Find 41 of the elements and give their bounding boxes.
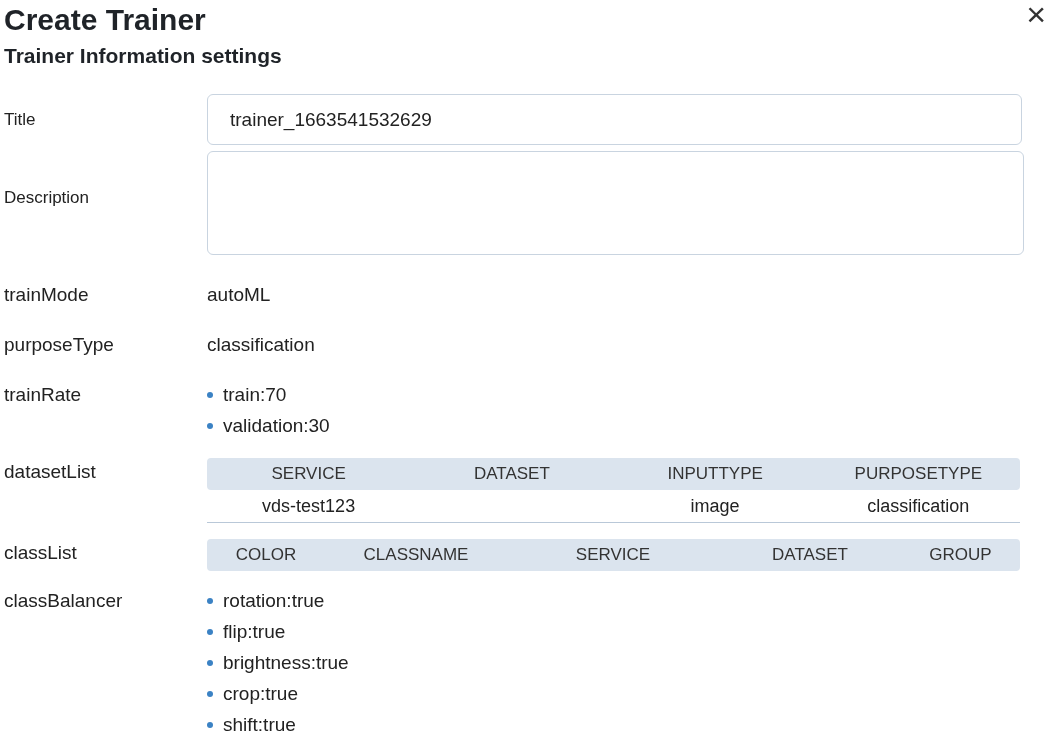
table-cell-text: vds-test123 [261,494,357,518]
column-header: DATASET [771,544,849,567]
field-label: trainRate [4,383,82,407]
title-field[interactable]: trainer_1663541532629 [207,94,1022,145]
column-header: SERVICE [574,544,652,567]
field-label: purposeType [4,333,114,357]
field-label: classBalancer [4,589,123,613]
dialog-title: Create Trainer [4,2,207,38]
dialog-subtitle: Trainer Information settings [4,43,282,69]
list-item-text: train:70 [223,382,287,407]
column-header: PURPOSETYPE [853,463,984,486]
description-field[interactable] [207,151,1024,255]
list-item-text: validation:30 [223,413,330,438]
field-label: Title [4,108,36,131]
list-item-text: flip:true [223,619,286,644]
bullet-icon [207,598,213,604]
column-header: GROUP [928,544,993,567]
list-item-text: rotation:true [223,588,325,613]
bullet-icon [207,392,213,398]
bullet-icon [207,722,213,728]
list-item-text: crop:true [223,681,298,706]
field-label: datasetList [4,460,96,484]
bullet-icon [207,660,213,666]
list-item-text: brightness:true [223,650,349,675]
bullet-icon [207,629,213,635]
column-header: CLASSNAME [362,544,470,567]
list-item-text: shift:true [223,712,296,735]
field-value: classification [207,333,315,357]
table-cell-text: image [689,494,741,518]
column-header: COLOR [234,544,298,567]
bullet-icon [207,691,213,697]
column-header: INPUTTYPE [666,463,764,486]
field-label: trainMode [4,283,89,307]
table-cell-text: classification [866,494,971,518]
close-button[interactable]: × [1026,0,1046,28]
column-header: DATASET [472,463,551,486]
field-value: autoML [207,283,271,307]
field-label: classList [4,541,77,565]
column-header: SERVICE [270,463,347,486]
bullet-icon [207,423,213,429]
field-label: Description [4,187,90,209]
